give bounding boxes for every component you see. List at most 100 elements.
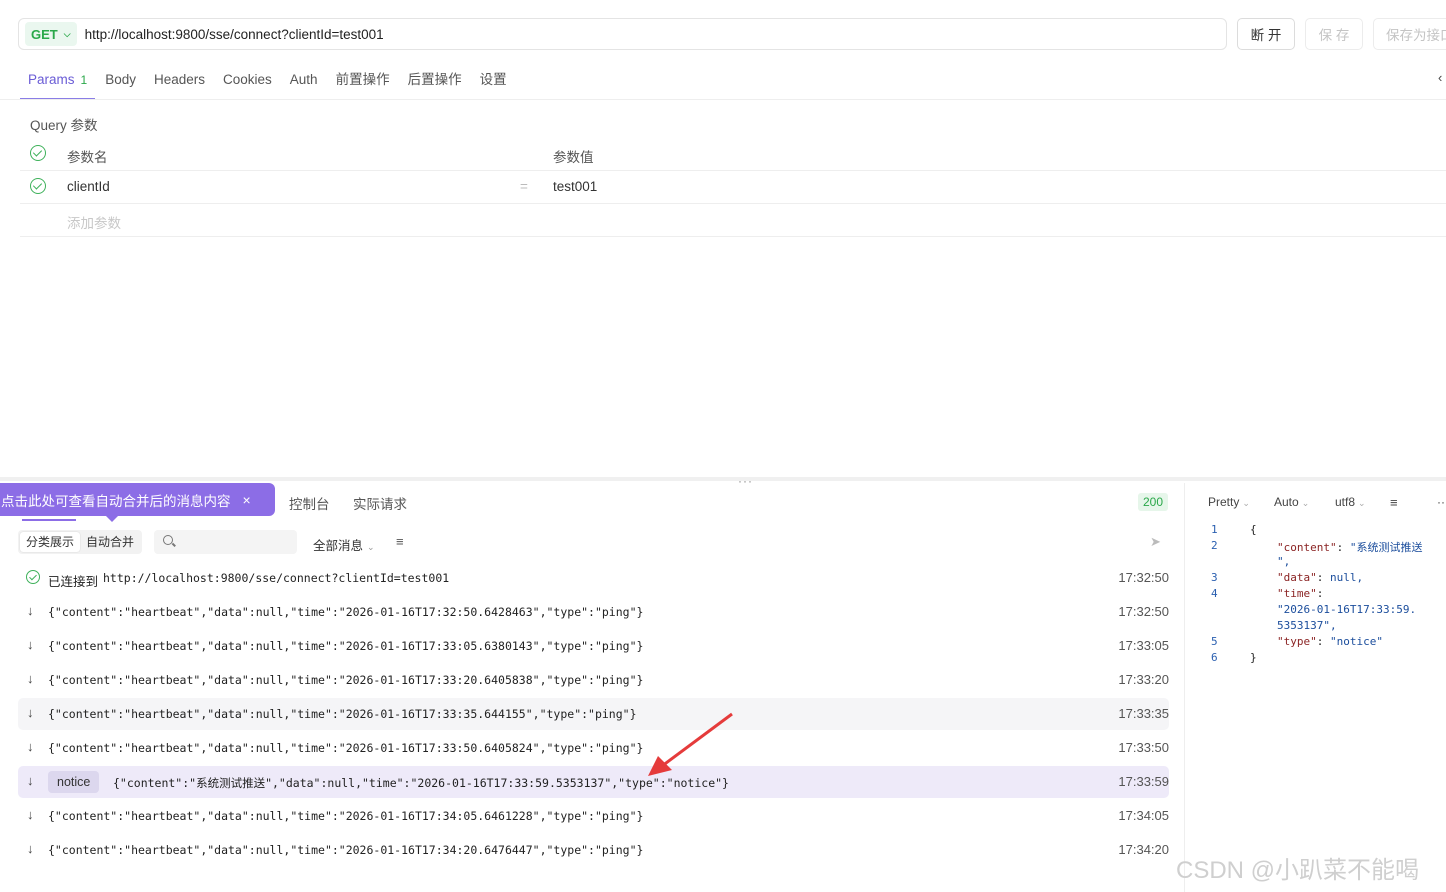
arrow-down-icon: ↓	[27, 739, 34, 754]
tab-params[interactable]: Params 1	[19, 61, 96, 100]
send-icon[interactable]: ➤	[1150, 534, 1161, 550]
drag-handle-icon[interactable]: ···	[738, 474, 753, 488]
tab-headers[interactable]: Headers	[154, 61, 205, 99]
message-text: {"content":"heartbeat","data":null,"time…	[48, 809, 644, 823]
connected-icon	[26, 570, 40, 584]
message-time: 17:32:50	[1118, 604, 1169, 619]
param-enabled-checkbox[interactable]	[30, 178, 46, 194]
tab-console[interactable]: 控制台	[289, 493, 330, 513]
message-time: 17:33:50	[1118, 740, 1169, 755]
param-value-input[interactable]: test001	[553, 179, 597, 194]
chevron-down-icon: ⌄	[1242, 498, 1250, 508]
tab-body[interactable]: Body	[105, 61, 136, 99]
add-param-row: 添加参数	[20, 203, 1446, 237]
connected-url: http://localhost:9800/sse/connect?client…	[103, 571, 450, 585]
url-input[interactable]: http://localhost:9800/sse/connect?client…	[85, 27, 384, 42]
method-label: GET	[31, 26, 58, 42]
more-icon[interactable]: ···	[1437, 495, 1446, 509]
view-mode-toggle: 分类展示 自动合并	[18, 530, 143, 554]
wrap-lines-icon[interactable]: ≡	[396, 534, 404, 549]
request-tabs: Params 1 Body Headers Cookies Auth 前置操作 后…	[19, 60, 525, 100]
param-value-header: 参数值	[553, 150, 594, 165]
tooltip-text: 点击此处可查看自动合并后的消息内容	[1, 493, 231, 509]
categorized-view-button[interactable]: 分类展示	[20, 532, 81, 552]
equals-sign: =	[520, 179, 528, 194]
tab-post-actions[interactable]: 后置操作	[408, 61, 462, 99]
param-name-input[interactable]: clientId	[67, 179, 110, 194]
list-item[interactable]: ↓ {"content":"heartbeat","data":null,"ti…	[18, 800, 1169, 832]
query-params-label: Query 参数	[30, 118, 98, 133]
tab-pre-actions[interactable]: 前置操作	[336, 61, 390, 99]
message-time: 17:33:59	[1118, 774, 1169, 789]
message-text: {"content":"heartbeat","data":null,"time…	[48, 673, 644, 687]
arrow-down-icon: ↓	[27, 637, 34, 652]
tab-actual-request[interactable]: 实际请求	[353, 493, 407, 513]
message-time: 17:33:35	[1118, 706, 1169, 721]
list-item-connected[interactable]: 已连接到 http://localhost:9800/sse/connect?c…	[18, 562, 1169, 594]
chevron-down-icon: ⌵	[63, 28, 71, 39]
list-item[interactable]: ↓ {"content":"heartbeat","data":null,"ti…	[18, 732, 1169, 764]
arrow-down-icon: ↓	[27, 807, 34, 822]
active-tab-indicator	[22, 519, 76, 521]
select-all-checkbox[interactable]	[30, 145, 46, 161]
list-item[interactable]: ↓ {"content":"heartbeat","data":null,"ti…	[18, 698, 1169, 730]
arrow-down-icon: ↓	[27, 773, 34, 788]
list-item[interactable]: ↓ {"content":"heartbeat","data":null,"ti…	[18, 630, 1169, 662]
save-as-endpoint-button[interactable]: 保存为接口	[1373, 18, 1446, 50]
message-text: {"content":"系统测试推送","data":null,"time":"…	[113, 776, 729, 790]
message-text: {"content":"heartbeat","data":null,"time…	[48, 707, 637, 721]
search-input[interactable]	[180, 533, 290, 551]
merge-hint-tooltip[interactable]: 点击此处可查看自动合并后的消息内容 ×	[0, 483, 275, 522]
format-dropdown[interactable]: Pretty ⌄	[1208, 495, 1250, 509]
connected-label: 已连接到	[48, 575, 99, 589]
tab-settings[interactable]: 设置	[480, 61, 507, 99]
watermark: CSDN @小趴菜不能喝	[1176, 857, 1420, 884]
event-type-tag: notice	[48, 771, 100, 793]
wrap-lines-icon[interactable]: ≡	[1390, 495, 1398, 510]
params-header-row: 参数名 参数值	[20, 137, 1446, 171]
chevron-down-icon: ⌄	[1301, 498, 1310, 508]
message-time: 17:32:50	[1118, 570, 1169, 585]
save-button[interactable]: 保 存	[1305, 18, 1363, 50]
message-text: {"content":"heartbeat","data":null,"time…	[48, 843, 644, 857]
arrow-down-icon: ↓	[27, 671, 34, 686]
close-icon[interactable]: ×	[243, 492, 251, 508]
disconnect-button[interactable]: 断 开	[1237, 18, 1295, 50]
add-param-input[interactable]: 添加参数	[67, 212, 121, 232]
auto-merge-button[interactable]: 自动合并	[80, 532, 140, 552]
list-item[interactable]: ↓ {"content":"heartbeat","data":null,"ti…	[18, 664, 1169, 696]
chevron-down-icon: ⌄	[367, 542, 375, 552]
message-text: {"content":"heartbeat","data":null,"time…	[48, 639, 644, 653]
mode-dropdown[interactable]: Auto ⌄	[1274, 495, 1309, 509]
status-badge: 200	[1138, 493, 1169, 511]
filter-label: 全部消息	[313, 539, 364, 553]
url-bar[interactable]: GET ⌵ http://localhost:9800/sse/connect?…	[18, 18, 1227, 50]
message-filter-dropdown[interactable]: 全部消息 ⌄	[313, 535, 375, 554]
arrow-down-icon: ↓	[27, 603, 34, 618]
message-preview-panel: Pretty⌄ Auto⌄ utf8⌄ ≡ ··· 1 { 2 "content…	[1184, 483, 1446, 892]
arrow-down-icon: ↓	[27, 841, 34, 856]
chevron-left-icon[interactable]: ‹	[1438, 70, 1442, 85]
tab-auth[interactable]: Auth	[290, 61, 318, 99]
chevron-down-icon: ⌄	[1358, 498, 1366, 508]
method-select[interactable]: GET ⌵	[25, 22, 77, 46]
arrow-down-icon: ↓	[27, 705, 34, 720]
annotation-arrow-icon	[648, 712, 733, 776]
message-search	[154, 530, 297, 554]
list-item[interactable]: ↓ {"content":"heartbeat","data":null,"ti…	[18, 834, 1169, 866]
param-name-header: 参数名	[67, 150, 108, 165]
params-count-badge: 1	[80, 73, 88, 87]
divider	[0, 99, 1446, 100]
param-row: clientId = test001	[20, 170, 1446, 204]
message-text: {"content":"heartbeat","data":null,"time…	[48, 605, 644, 619]
list-item[interactable]: ↓ {"content":"heartbeat","data":null,"ti…	[18, 596, 1169, 628]
message-time: 17:34:05	[1118, 808, 1169, 823]
message-time: 17:33:20	[1118, 672, 1169, 687]
panel-splitter[interactable]	[0, 477, 1446, 481]
list-item-notice[interactable]: ↓ notice {"content":"系统测试推送","data":null…	[18, 766, 1169, 798]
message-text: {"content":"heartbeat","data":null,"time…	[48, 741, 644, 755]
tab-cookies[interactable]: Cookies	[223, 61, 272, 99]
message-time: 17:34:20	[1118, 842, 1169, 857]
encoding-dropdown[interactable]: utf8 ⌄	[1335, 495, 1366, 509]
message-time: 17:33:05	[1118, 638, 1169, 653]
